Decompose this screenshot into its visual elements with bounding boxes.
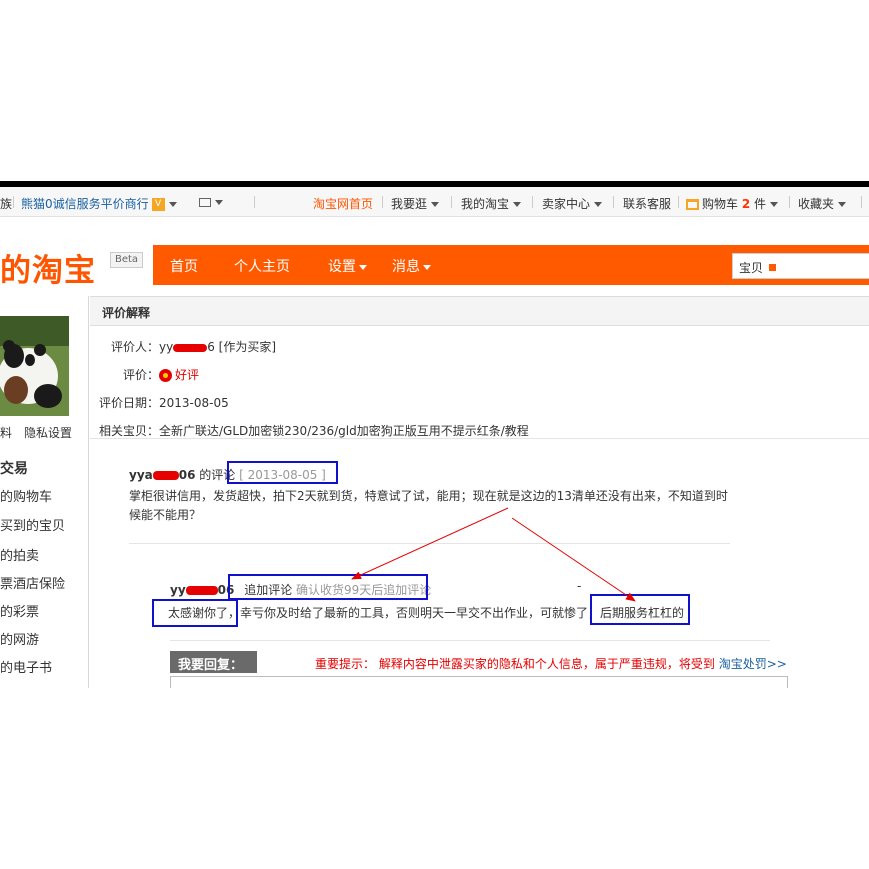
annotation-arrows	[351, 507, 636, 602]
screenshot: 族 熊猫0诚信服务平价商行 V 淘宝网首页 我要逛 我的淘宝 卖家中心 联系客服 …	[0, 181, 869, 688]
annotation-arrow-right	[511, 517, 636, 602]
annotation-arrow-left	[351, 507, 509, 580]
